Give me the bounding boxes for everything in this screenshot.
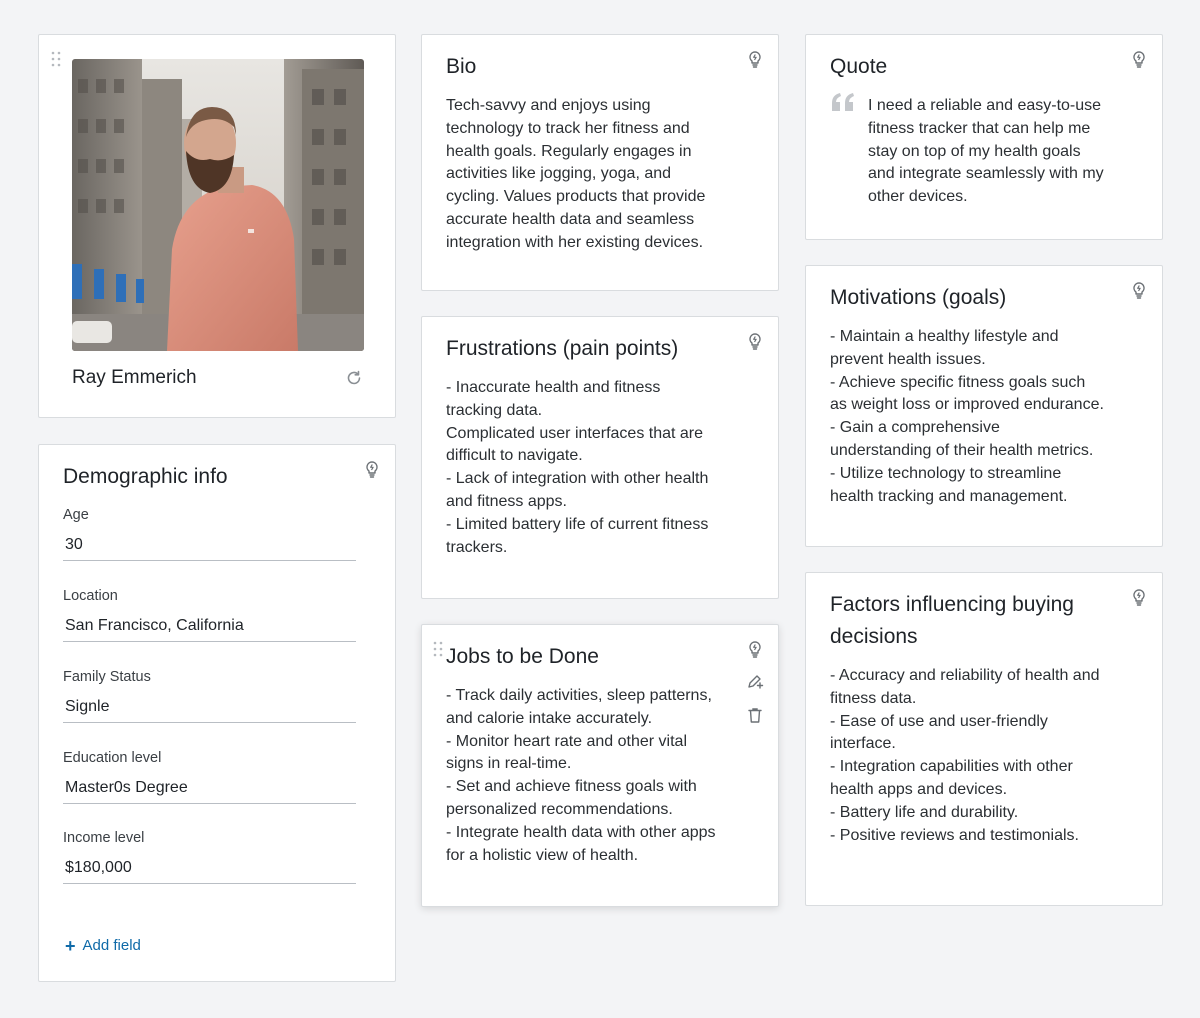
lightbulb-icon[interactable] [746,50,764,68]
jobs-card: Jobs to be Done - Track daily activities… [421,624,779,907]
drag-handle-icon[interactable] [51,51,61,67]
lightbulb-icon[interactable] [363,460,381,478]
location-label: Location [63,588,118,604]
jobs-text: - Track daily activities, sleep patterns… [446,687,716,864]
quote-card: Quote I need a reliable and easy-to-use … [805,34,1163,240]
factors-card: Factors influencing buying decisions - A… [805,572,1163,906]
quote-mark-icon [830,91,856,113]
refresh-icon[interactable] [345,369,363,387]
persona-name: Ray Emmerich [72,367,197,388]
education-level-field[interactable] [63,772,356,804]
bio-title: Bio [446,55,477,78]
trash-icon[interactable] [746,706,764,724]
quote-text: I need a reliable and easy-to-use fitnes… [868,97,1104,206]
plus-icon: + [65,935,76,956]
bio-card: Bio Tech-savvy and enjoys using technolo… [421,34,779,291]
income-level-label: Income level [63,830,145,846]
factors-text: - Accuracy and reliability of health and… [830,667,1100,844]
location-field[interactable] [63,610,356,642]
frustrations-text: - Inaccurate health and fitness tracking… [446,379,709,556]
income-level-field[interactable] [63,852,356,884]
demographic-card: Demographic info Age Location Family Sta… [38,444,396,982]
profile-photo [72,59,364,351]
add-field-button[interactable]: + Add field [65,935,141,956]
family-status-label: Family Status [63,669,151,685]
motivations-title: Motivations (goals) [830,286,1007,309]
lightbulb-icon[interactable] [1130,588,1148,606]
quote-title: Quote [830,55,888,78]
age-label: Age [63,507,89,523]
lightbulb-icon[interactable] [1130,50,1148,68]
lightbulb-icon[interactable] [746,332,764,350]
edit-sparkle-icon[interactable] [746,672,764,690]
lightbulb-icon[interactable] [1130,281,1148,299]
lightbulb-icon[interactable] [746,640,764,658]
age-field[interactable] [63,529,356,561]
family-status-field[interactable] [63,691,356,723]
motivations-card: Motivations (goals) - Maintain a healthy… [805,265,1163,547]
education-level-label: Education level [63,750,162,766]
frustrations-title: Frustrations (pain points) [446,337,679,360]
factors-title: Factors influencing buying decisions [830,593,1074,648]
motivations-text: - Maintain a healthy lifestyle and preve… [830,328,1104,505]
add-field-label: Add field [82,937,141,954]
profile-card: Ray Emmerich [38,34,396,418]
frustrations-card: Frustrations (pain points) - Inaccurate … [421,316,779,599]
jobs-title: Jobs to be Done [446,645,599,668]
drag-handle-icon[interactable] [433,641,443,657]
bio-text: Tech-savvy and enjoys using technology t… [446,97,706,251]
demographic-title: Demographic info [63,465,228,488]
